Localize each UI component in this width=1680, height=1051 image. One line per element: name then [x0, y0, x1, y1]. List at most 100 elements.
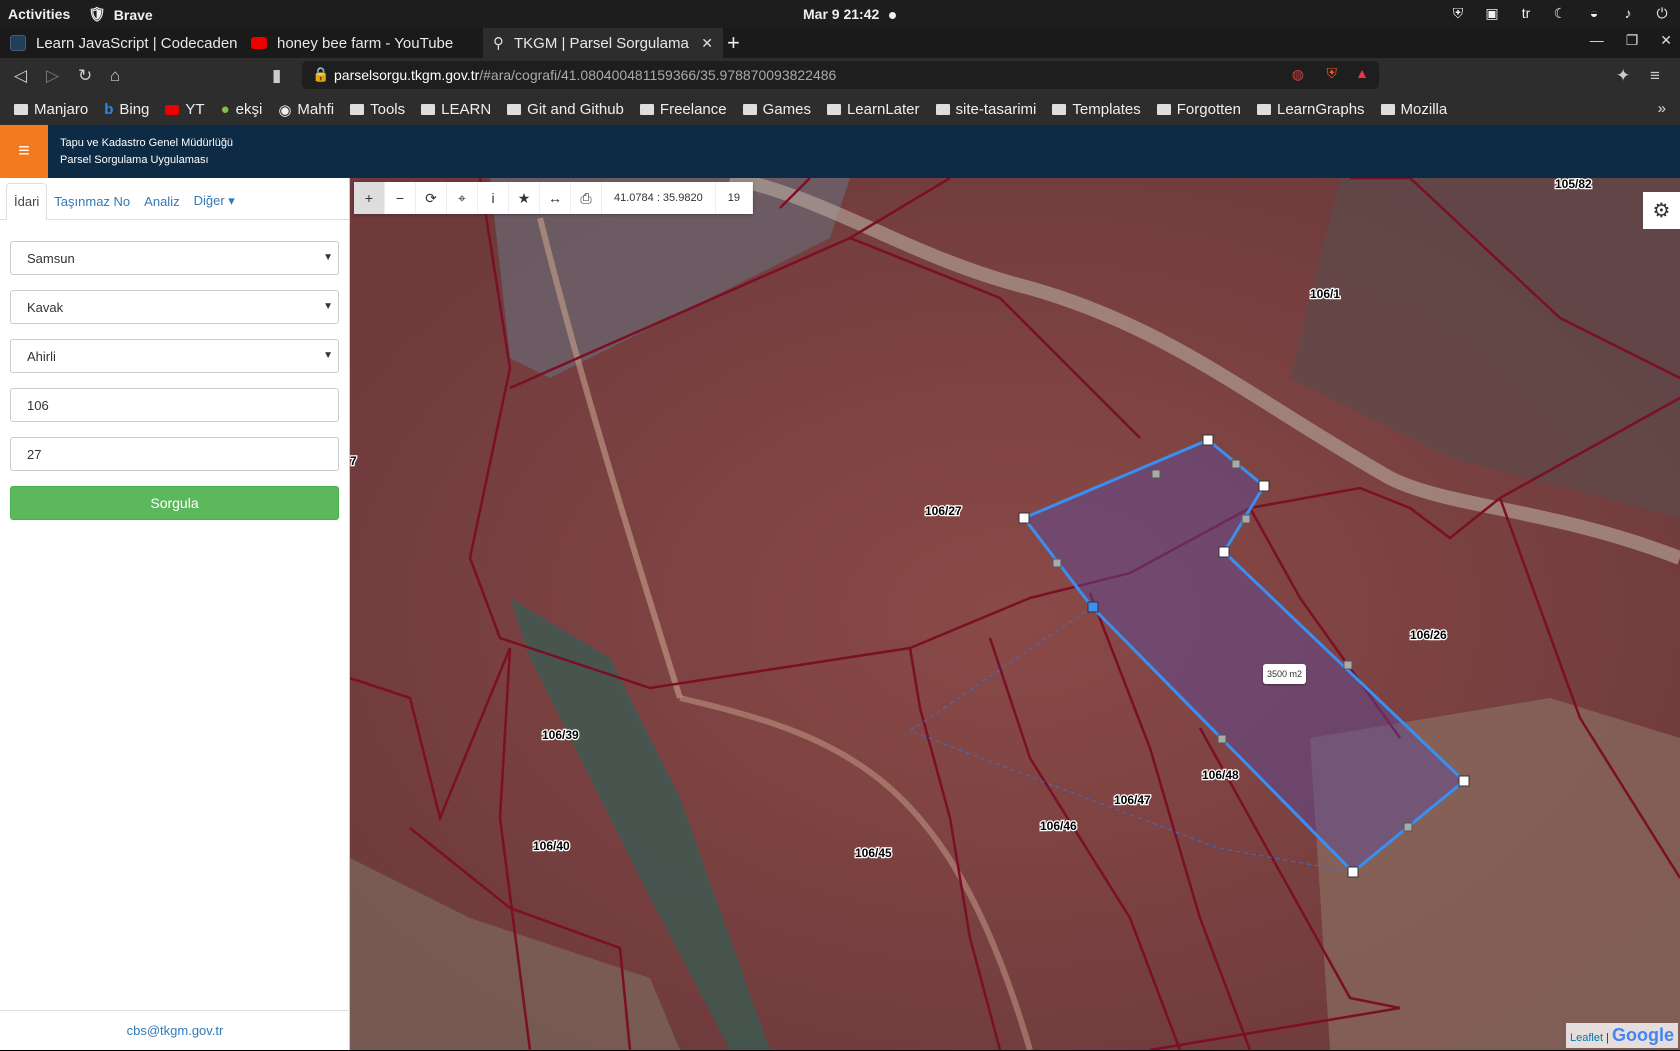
midpoint-handle[interactable]	[1151, 469, 1161, 479]
parcel-map[interactable]: 105/82 106/1 106/27 106/26 106/39 106/48…	[350, 178, 1680, 1050]
map-canvas[interactable]: 105/82 106/1 106/27 106/26 106/39 106/48…	[350, 178, 1680, 1050]
wifi-icon[interactable]: ◒	[1586, 5, 1602, 21]
midpoint-handle[interactable]	[1403, 822, 1413, 832]
parcel-label: 106/1	[1310, 287, 1340, 301]
midpoint-handle[interactable]	[1231, 459, 1241, 469]
close-window-icon[interactable]: ✕	[1660, 32, 1672, 49]
clock[interactable]: Mar 9 21:42	[803, 6, 897, 22]
codecademy-icon	[10, 35, 26, 51]
more-bookmarks-icon[interactable]: »	[1658, 100, 1666, 117]
bookmark-forgotten[interactable]: Forgotten	[1156, 101, 1241, 118]
bookmark-git[interactable]: Git and Github	[507, 101, 624, 118]
brave-shields-icon[interactable]: ⛨	[1327, 65, 1338, 82]
leaflet-link[interactable]: Leaflet	[1570, 1032, 1603, 1044]
bookmark-site-tasarimi[interactable]: site-tasarimi	[935, 101, 1036, 118]
keyboard-layout[interactable]: tr	[1518, 5, 1534, 21]
parsel-input[interactable]: 27	[10, 437, 339, 471]
info-icon[interactable]: i	[478, 182, 509, 214]
close-tab-icon[interactable]: ✕	[701, 35, 713, 52]
bookmark-learnlater[interactable]: LearnLater	[826, 101, 920, 118]
coordinate-readout: 41.0784 : 35.9820	[602, 182, 716, 214]
gear-icon: ⚙	[1652, 200, 1671, 222]
contact-email-link[interactable]: cbs@tkgm.gov.tr	[0, 1010, 350, 1050]
address-bar[interactable]: 🔒 parselsorgu.tkgm.gov.tr/#ara/cografi/4…	[302, 61, 1379, 89]
app-title: Tapu ve Kadastro Genel Müdürlüğü Parsel …	[60, 137, 234, 166]
forward-icon[interactable]: ▷	[46, 66, 59, 86]
app-header: ≡ Tapu ve Kadastro Genel Müdürlüğü Parse…	[0, 125, 1680, 178]
parcel-label: 106/40	[533, 839, 570, 853]
tab-youtube[interactable]: honey bee farm - YouTube	[241, 28, 479, 58]
folder-icon	[826, 104, 841, 115]
zoom-in-icon[interactable]: +	[354, 182, 385, 214]
ada-input[interactable]: 106	[10, 388, 339, 422]
extensions-icon[interactable]: ✦	[1616, 66, 1630, 86]
bookmark-manjaro[interactable]: Manjaro	[14, 101, 88, 118]
vertex-handle[interactable]	[1347, 866, 1359, 878]
bookmark-bing[interactable]: b Bing	[104, 101, 149, 118]
shield-icon[interactable]: ⛨	[1450, 5, 1466, 21]
menu-icon[interactable]: ≡	[1650, 66, 1660, 86]
system-tray[interactable]: ⛨ ▣ tr ☾ ◒ ♪ ⏻	[1450, 5, 1670, 21]
tab-analiz[interactable]: Analiz	[137, 184, 186, 219]
screen-share-icon[interactable]: ▣	[1484, 5, 1500, 21]
refresh-icon[interactable]: ⟳	[416, 182, 447, 214]
bookmark-icon[interactable]: ▮	[272, 66, 281, 86]
home-icon[interactable]: ⌂	[110, 66, 120, 86]
vertex-handle[interactable]	[1218, 546, 1230, 558]
activities-button[interactable]: Activities	[8, 6, 70, 22]
parcel-label: 106/26	[1410, 628, 1447, 642]
print-icon[interactable]: ⎙	[571, 182, 602, 214]
vertex-handle[interactable]	[1458, 775, 1470, 787]
bing-icon: b	[104, 101, 114, 118]
site-permissions-icon[interactable]: ◍	[1292, 66, 1304, 83]
bookmark-eksi[interactable]: ● ekşi	[221, 101, 263, 118]
hamburger-menu-button[interactable]: ≡	[0, 125, 48, 178]
bookmark-learn[interactable]: LEARN	[421, 101, 491, 118]
midpoint-handle[interactable]	[1217, 734, 1227, 744]
vertex-handle[interactable]	[1018, 512, 1030, 524]
locate-icon[interactable]: ⌖	[447, 182, 478, 214]
bookmark-tools[interactable]: Tools	[350, 101, 405, 118]
midpoint-handle[interactable]	[1241, 514, 1251, 524]
new-tab-button[interactable]: +	[727, 30, 740, 56]
ilce-select[interactable]: Kavak ▼	[10, 290, 339, 324]
midpoint-handle[interactable]	[1343, 660, 1353, 670]
back-icon[interactable]: ◁	[14, 66, 27, 86]
folder-icon	[1052, 104, 1067, 115]
night-light-icon[interactable]: ☾	[1552, 5, 1568, 21]
bookmark-mahfi[interactable]: ◉ Mahfi	[278, 101, 334, 119]
power-icon[interactable]: ⏻	[1654, 5, 1670, 21]
tab-tkgm[interactable]: ⚲ TKGM | Parsel Sorgulama ✕	[483, 28, 723, 58]
star-icon[interactable]: ★	[509, 182, 540, 214]
app-menu[interactable]: 🛡 Brave	[88, 6, 153, 23]
tab-idari[interactable]: İdari	[6, 183, 48, 220]
bookmark-freelance[interactable]: Freelance	[639, 101, 727, 118]
sorgula-button[interactable]: Sorgula	[10, 486, 339, 520]
tab-diger[interactable]: Diğer ▾	[187, 183, 242, 219]
tab-codecademy[interactable]: Learn JavaScript | Codecaden	[0, 28, 240, 58]
bookmark-yt[interactable]: YT	[165, 101, 205, 118]
bookmark-mozilla[interactable]: Mozilla	[1380, 101, 1447, 118]
measure-icon[interactable]: ↔	[540, 182, 571, 214]
mahalle-select[interactable]: Ahirli ▼	[10, 339, 339, 373]
brave-rewards-icon[interactable]: ▲	[1355, 65, 1369, 81]
vertex-handle[interactable]	[1202, 434, 1214, 446]
zoom-out-icon[interactable]: −	[385, 182, 416, 214]
maximize-icon[interactable]: ❐	[1626, 32, 1639, 49]
settings-gear-button[interactable]: ⚙	[1643, 192, 1680, 229]
vertex-handle-active[interactable]	[1087, 601, 1099, 613]
bookmark-learngraphs[interactable]: LearnGraphs	[1256, 101, 1365, 118]
folder-icon	[639, 104, 654, 115]
google-logo[interactable]: Google	[1612, 1025, 1674, 1045]
volume-icon[interactable]: ♪	[1620, 5, 1636, 21]
reload-icon[interactable]: ↻	[78, 66, 92, 86]
vertex-handle[interactable]	[1258, 480, 1270, 492]
window-controls: — ❐ ✕	[1590, 32, 1672, 49]
il-select[interactable]: Samsun ▼	[10, 241, 339, 275]
bookmark-games[interactable]: Games	[742, 101, 811, 118]
midpoint-handle[interactable]	[1052, 558, 1062, 568]
bookmark-templates[interactable]: Templates	[1052, 101, 1141, 118]
parcel-label: 106/46	[1040, 819, 1077, 833]
minimize-icon[interactable]: —	[1590, 32, 1604, 49]
tab-tasinmaz-no[interactable]: Taşınmaz No	[47, 184, 137, 219]
